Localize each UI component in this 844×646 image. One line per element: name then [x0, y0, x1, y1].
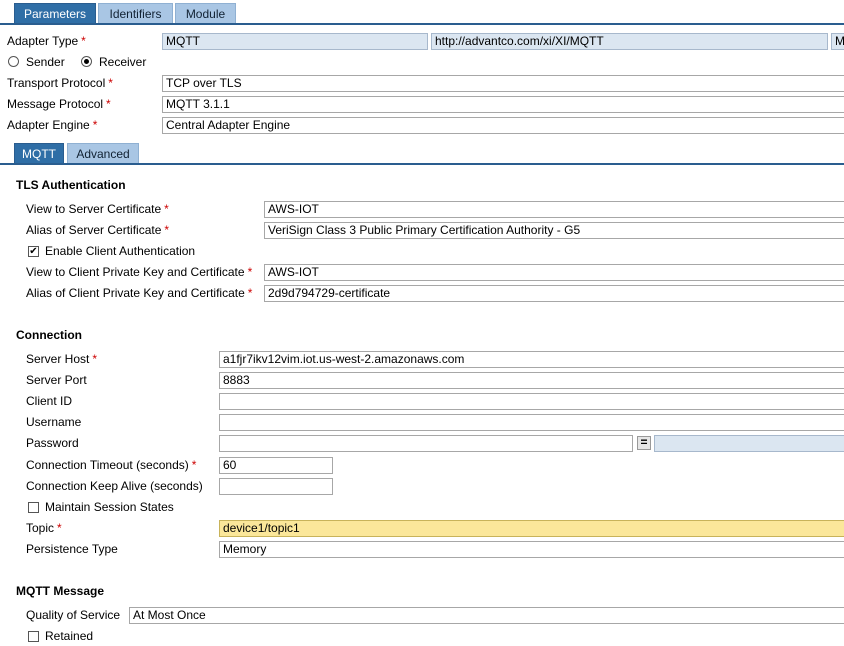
persistence-type-label: Persistence Type: [26, 542, 118, 556]
alias-server-cert-field[interactable]: VeriSign Class 3 Public Primary Certific…: [264, 222, 844, 239]
tls-section-title: TLS Authentication: [16, 178, 126, 192]
server-host-label: Server Host *: [26, 351, 97, 367]
connection-timeout-field[interactable]: 60: [219, 457, 333, 474]
required-marker: *: [164, 223, 170, 237]
password-label: Password: [26, 436, 79, 450]
retained-checkbox[interactable]: [28, 631, 39, 642]
client-id-field[interactable]: [219, 393, 844, 410]
adapter-type-label: Adapter Type *: [7, 33, 86, 49]
adapter-type-text: Adapter Type: [7, 34, 79, 48]
required-marker: *: [108, 76, 113, 90]
connection-section-title: Connection: [16, 328, 82, 342]
top-tab-bar: Parameters Identifiers Module: [0, 0, 844, 25]
transport-protocol-field[interactable]: TCP over TLS: [162, 75, 844, 92]
receiver-radio-label: Receiver: [99, 55, 147, 69]
enable-client-auth-label: Enable Client Authentication: [45, 244, 196, 258]
topic-label: Topic *: [26, 520, 62, 536]
message-protocol-label: Message Protocol *: [7, 96, 111, 112]
alias-client-key-label: Alias of Client Private Key and Certific…: [26, 285, 252, 301]
transport-protocol-text: Transport Protocol: [7, 76, 106, 90]
adapter-type-field[interactable]: MQTT: [162, 33, 428, 50]
required-marker: *: [247, 265, 253, 279]
connection-timeout-label: Connection Timeout (seconds) *: [26, 457, 196, 473]
receiver-radio[interactable]: [81, 56, 92, 67]
tab-module[interactable]: Module: [175, 3, 236, 24]
required-marker: *: [164, 202, 169, 216]
adapter-namespace-field[interactable]: http://advantco.com/xi/XI/MQTT: [431, 33, 828, 50]
username-field[interactable]: [219, 414, 844, 431]
transport-protocol-label: Transport Protocol *: [7, 75, 113, 91]
adapter-engine-field[interactable]: Central Adapter Engine: [162, 117, 844, 134]
required-marker: *: [247, 286, 253, 300]
maintain-session-checkbox[interactable]: [28, 502, 39, 513]
password-confirm-field[interactable]: [654, 435, 844, 452]
view-server-cert-field[interactable]: AWS-IOT: [264, 201, 844, 218]
required-marker: *: [92, 118, 98, 132]
required-marker: *: [106, 97, 111, 111]
message-protocol-field[interactable]: MQTT 3.1.1: [162, 96, 844, 113]
enable-client-auth-checkbox[interactable]: ✔: [28, 246, 39, 257]
required-marker: *: [191, 458, 197, 472]
sender-radio-label: Sender: [26, 55, 65, 69]
username-label: Username: [26, 415, 82, 429]
adapter-engine-text: Adapter Engine: [7, 118, 90, 132]
keep-alive-label: Connection Keep Alive (seconds): [26, 479, 203, 493]
server-host-field[interactable]: a1fjr7ikv12vim.iot.us-west-2.amazonaws.c…: [219, 351, 844, 368]
subtab-advanced[interactable]: Advanced: [67, 143, 139, 164]
retained-label: Retained: [45, 629, 94, 643]
maintain-session-label: Maintain Session States: [45, 500, 174, 514]
alias-client-key-text: Alias of Client Private Key and Certific…: [26, 286, 245, 300]
server-host-text: Server Host: [26, 352, 90, 366]
alias-server-cert-text: Alias of Server Certificate: [26, 223, 162, 237]
message-protocol-text: Message Protocol: [7, 97, 104, 111]
view-client-key-field[interactable]: AWS-IOT: [264, 264, 844, 281]
tab-parameters[interactable]: Parameters: [14, 3, 96, 24]
qos-field[interactable]: At Most Once: [129, 607, 844, 624]
alias-server-cert-label: Alias of Server Certificate *: [26, 222, 169, 238]
adapter-engine-label: Adapter Engine *: [7, 117, 97, 133]
subtab-divider: [0, 163, 844, 165]
qos-label: Quality of Service: [26, 608, 121, 622]
topic-text: Topic: [26, 521, 55, 535]
password-field[interactable]: [219, 435, 633, 452]
client-id-label: Client ID: [26, 394, 73, 408]
adapter-software-component-field[interactable]: MC: [831, 33, 844, 50]
password-confirm-equals-icon: =: [637, 436, 651, 450]
alias-client-key-field[interactable]: 2d9d794729-certificate: [264, 285, 844, 302]
keep-alive-field[interactable]: [219, 478, 333, 495]
topic-field[interactable]: device1/topic1: [219, 520, 844, 537]
tab-identifiers[interactable]: Identifiers: [98, 3, 173, 24]
required-marker: *: [92, 352, 98, 366]
required-marker: *: [57, 521, 62, 535]
view-server-cert-label: View to Server Certificate *: [26, 201, 169, 217]
view-client-key-text: View to Client Private Key and Certifica…: [26, 265, 245, 279]
tab-divider: [0, 23, 844, 25]
server-port-field[interactable]: 8883: [219, 372, 844, 389]
mqtt-message-section-title: MQTT Message: [16, 584, 105, 598]
sender-radio[interactable]: [8, 56, 19, 67]
persistence-type-field[interactable]: Memory: [219, 541, 844, 558]
subtab-mqtt[interactable]: MQTT: [14, 143, 64, 164]
server-port-label: Server Port: [26, 373, 87, 387]
view-server-cert-text: View to Server Certificate: [26, 202, 162, 216]
connection-timeout-text: Connection Timeout (seconds): [26, 458, 189, 472]
required-marker: *: [81, 34, 86, 48]
view-client-key-label: View to Client Private Key and Certifica…: [26, 264, 252, 280]
receiver-radio-selected-dot: [84, 59, 89, 64]
